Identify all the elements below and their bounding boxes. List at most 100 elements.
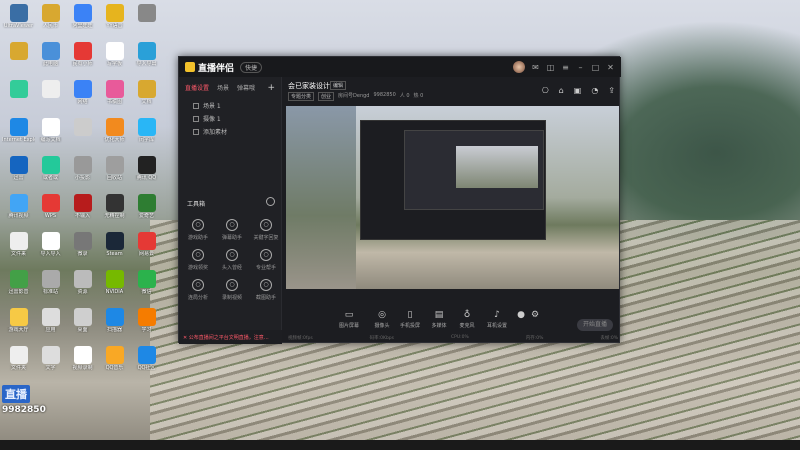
desktop-icon[interactable]: 迅雷 bbox=[2, 154, 35, 188]
stream-preview[interactable] bbox=[286, 106, 619, 289]
live-app-window[interactable]: 直播伴侣 快捷 ✉ ◫ ≡ – □ ✕ 直播设置 场景 弹幕哦 + 场景 1 摄… bbox=[178, 56, 621, 344]
desktop-icon[interactable]: 导入导入 bbox=[34, 230, 67, 264]
desktop-icon[interactable]: WPS bbox=[34, 192, 67, 226]
room-edit-button[interactable]: 编辑 bbox=[330, 81, 347, 90]
desktop-icon-label: 不输入 bbox=[74, 213, 90, 219]
desktop-icon[interactable]: 标准站 bbox=[34, 268, 67, 302]
taskbar[interactable] bbox=[0, 440, 800, 450]
desktop-icon[interactable]: 微信 bbox=[130, 268, 163, 302]
scene-checkbox-icon[interactable] bbox=[193, 115, 199, 122]
desktop-icon[interactable]: 资源 bbox=[66, 268, 99, 302]
app-titlebar[interactable]: 直播伴侣 快捷 ✉ ◫ ≡ – □ ✕ bbox=[179, 57, 621, 77]
scene-item[interactable]: 摄像 1 bbox=[193, 112, 275, 125]
go-live-button[interactable]: 开始直播 bbox=[577, 319, 613, 331]
record-icon[interactable]: ● bbox=[514, 310, 528, 321]
settings-icon[interactable]: ⚙ bbox=[528, 310, 542, 321]
desktop-icon[interactable]: 迅雷影音 bbox=[2, 268, 35, 302]
microphone-button[interactable]: ♁ 麦克风 bbox=[452, 310, 482, 329]
tool-button[interactable]: ○ 游戏助手 bbox=[185, 219, 211, 241]
desktop-icon[interactable]: 腾讯视频 bbox=[2, 192, 35, 226]
desktop-icon[interactable] bbox=[130, 2, 163, 36]
desktop-icon[interactable]: 闭字库 bbox=[130, 116, 163, 150]
desktop-icon[interactable]: 视频录制 bbox=[66, 344, 99, 378]
room-category[interactable]: 专题分类 bbox=[288, 92, 315, 101]
message-icon[interactable]: ✉ bbox=[531, 63, 540, 72]
desktop-icon[interactable]: 桌面 bbox=[66, 306, 99, 340]
tool-button[interactable]: ○ 关键字回复 bbox=[253, 219, 279, 241]
desktop-icon[interactable]: 书稿图 bbox=[98, 78, 131, 112]
desktop-icon[interactable]: 文档 bbox=[130, 78, 163, 112]
bell-icon[interactable]: ◔ bbox=[591, 86, 598, 95]
desktop-icon[interactable]: QQ音乐 bbox=[98, 344, 131, 378]
desktop-icon[interactable]: 网易云 bbox=[130, 230, 163, 264]
desktop-icon[interactable]: 无精控制 bbox=[98, 192, 131, 226]
minimize-icon[interactable]: – bbox=[576, 63, 585, 72]
desktop-icon[interactable]: 应用 bbox=[34, 306, 67, 340]
toolbox-settings-icon[interactable] bbox=[266, 197, 275, 206]
desktop-icon[interactable]: QQ社区 bbox=[130, 344, 163, 378]
tool-button[interactable]: ○ 截图助手 bbox=[253, 279, 279, 301]
desktop-icon[interactable]: 回收站 bbox=[98, 154, 131, 188]
desktop-icon[interactable]: 阿里旺旺 bbox=[66, 2, 99, 36]
tool-button[interactable]: ○ 头入曾经 bbox=[219, 249, 245, 271]
desktop-icon[interactable]: 腾讯 QQ bbox=[130, 154, 163, 188]
desktop-icon[interactable]: 学习 bbox=[130, 306, 163, 340]
menu-icon[interactable]: ≡ bbox=[561, 63, 570, 72]
close-icon[interactable]: ✕ bbox=[606, 63, 615, 72]
desktop-icon[interactable]: UltraViewer bbox=[2, 2, 35, 36]
tab-scene[interactable]: 场景 bbox=[217, 83, 229, 93]
desktop-icon[interactable]: 或者或 bbox=[34, 154, 67, 188]
desktop-icon[interactable]: 文字 bbox=[34, 344, 67, 378]
maximize-icon[interactable]: □ bbox=[591, 63, 600, 72]
tool-button[interactable]: ○ 录制视频 bbox=[219, 279, 245, 301]
scene-item[interactable]: 添加素材 bbox=[193, 125, 275, 138]
tool-button[interactable]: ○ 连局分析 bbox=[185, 279, 211, 301]
lock-icon[interactable]: ⌂ bbox=[559, 86, 564, 95]
desktop-icon[interactable]: 扫描器 bbox=[98, 306, 131, 340]
desktop-icon[interactable]: 导入导出 bbox=[130, 40, 163, 74]
desktop-icon[interactable]: 网络 bbox=[66, 78, 99, 112]
desktop-icon[interactable] bbox=[34, 78, 67, 112]
scene-checkbox-icon[interactable] bbox=[193, 128, 199, 135]
desktop-icon[interactable]: 微录 bbox=[66, 230, 99, 264]
desktop-icon[interactable]: 人民币 bbox=[34, 2, 67, 36]
room-tag[interactable]: 创业 bbox=[318, 92, 335, 101]
scene-checkbox-icon[interactable] bbox=[193, 102, 199, 109]
desktop-icon[interactable] bbox=[66, 116, 99, 150]
scene-item[interactable]: 场景 1 bbox=[193, 99, 275, 112]
desktop-icon[interactable]: 爱奇艺 bbox=[130, 192, 163, 226]
version-badge[interactable]: 快捷 bbox=[240, 61, 263, 73]
gift-icon[interactable]: ⎔ bbox=[542, 86, 549, 95]
desktop-icon[interactable]: 优化大师 bbox=[98, 116, 131, 150]
desktop-icon[interactable]: 游戏大厅 bbox=[2, 306, 35, 340]
desktop-icon[interactable] bbox=[2, 78, 35, 112]
camera-button[interactable]: ◎ 摄像头 bbox=[367, 310, 397, 329]
phone-cast-button[interactable]: ▯ 手机投屏 bbox=[395, 310, 425, 329]
desktop-icon[interactable]: 不输入 bbox=[66, 192, 99, 226]
desktop-icon[interactable]: 小投影 bbox=[66, 154, 99, 188]
desktop-icon[interactable]: 编写文档 bbox=[34, 116, 67, 150]
desktop-icon[interactable]: NVIDIA bbox=[98, 268, 131, 302]
desktop-icon[interactable]: 此电脑 bbox=[34, 40, 67, 74]
window-icon[interactable]: ▣ bbox=[574, 86, 582, 95]
tool-button[interactable]: ○ 专业帮手 bbox=[253, 249, 279, 271]
desktop-icon[interactable]: 文件夹 bbox=[2, 344, 35, 378]
desktop-icon[interactable]: 文件来 bbox=[2, 230, 35, 264]
skin-icon[interactable]: ◫ bbox=[546, 63, 555, 72]
speaker-button[interactable]: ♪ 耳机设置 bbox=[482, 310, 512, 329]
tool-button[interactable]: ○ 弹幕助手 bbox=[219, 219, 245, 241]
desktop-icon[interactable] bbox=[2, 40, 35, 74]
media-button[interactable]: ▤ 多媒体 bbox=[424, 310, 454, 329]
share-icon[interactable]: ⇪ bbox=[608, 86, 615, 95]
desktop-icon[interactable]: 写字板 bbox=[98, 40, 131, 74]
desktop-icon[interactable]: Internet Explorer bbox=[2, 116, 35, 150]
desktop-icon[interactable]: 民有小师 bbox=[66, 40, 99, 74]
desktop-icon[interactable]: YY语音 bbox=[98, 2, 131, 36]
desktop-icon[interactable]: Steam bbox=[98, 230, 131, 264]
screen-capture-button[interactable]: ▭ 图片屏幕 bbox=[334, 310, 364, 329]
tab-danmaku[interactable]: 弹幕哦 bbox=[237, 83, 255, 93]
add-icon[interactable]: + bbox=[267, 83, 275, 93]
user-avatar[interactable] bbox=[513, 61, 525, 73]
tool-button[interactable]: ○ 游戏领奖 bbox=[185, 249, 211, 271]
tab-live-settings[interactable]: 直播设置 bbox=[185, 83, 209, 93]
